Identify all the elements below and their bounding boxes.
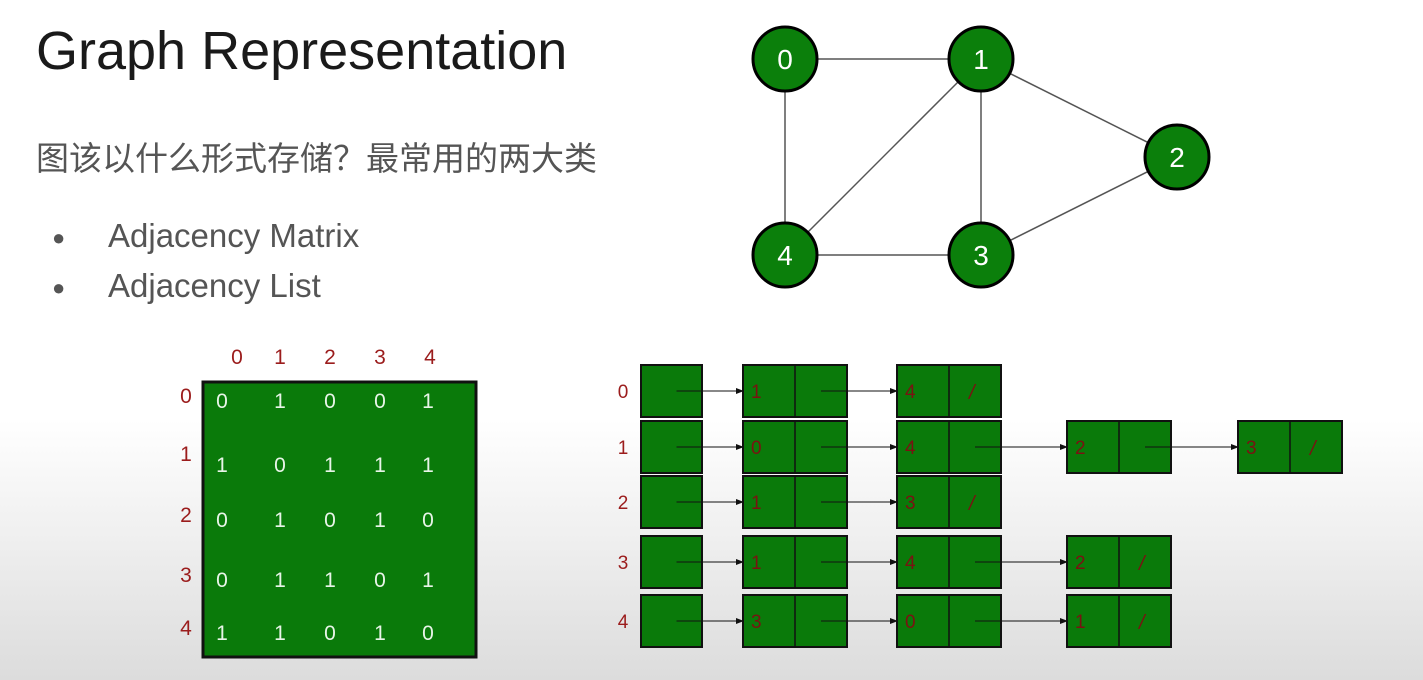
list-node-value: 3 xyxy=(751,612,762,633)
matrix-cell: 0 xyxy=(216,390,228,413)
list-row-index: 1 xyxy=(618,438,629,459)
matrix-cell: 0 xyxy=(324,622,336,645)
matrix-cell: 1 xyxy=(324,569,336,592)
matrix-col-header: 3 xyxy=(374,346,386,369)
list-node-value: 0 xyxy=(751,438,762,459)
matrix-row-header: 1 xyxy=(180,443,192,466)
list-node-value: 1 xyxy=(751,493,762,514)
matrix-cell: 0 xyxy=(216,569,228,592)
diagram-canvas: 0 1234 0 1 2 3 4012340 1 0 0 11 0 1 1 10 1 0 1 00 1 1 0 11 1 0 1… xyxy=(180,25,1343,659)
list-row-index: 4 xyxy=(618,612,629,633)
list-node-value: 4 xyxy=(905,382,916,403)
matrix-col-header: 4 xyxy=(424,346,436,369)
matrix-cell: 1 xyxy=(422,390,434,413)
matrix-cell: 1 xyxy=(274,390,286,413)
matrix-cell: 0 xyxy=(274,454,286,477)
list-row-index: 2 xyxy=(618,493,629,514)
matrix-col-header: 0 xyxy=(231,346,243,369)
list-node-value: 4 xyxy=(905,438,916,459)
list-node-value: 3 xyxy=(1246,438,1257,459)
matrix-row-header: 0 xyxy=(180,385,192,408)
matrix-cell: 0 xyxy=(422,509,434,532)
matrix-cell: 0 xyxy=(374,390,386,413)
graph-node-label: 1 xyxy=(973,44,989,75)
matrix-cell: 0 xyxy=(216,509,228,532)
matrix-cell: 1 xyxy=(274,569,286,592)
matrix-cell: 0 xyxy=(422,622,434,645)
list-node-value: 1 xyxy=(751,382,762,403)
matrix-cell: 1 xyxy=(374,454,386,477)
matrix-col-header: 1 xyxy=(274,346,286,369)
graph-node-label: 2 xyxy=(1169,142,1185,173)
matrix-row-header: 3 xyxy=(180,564,192,587)
list-node-value: 1 xyxy=(751,553,762,574)
adjacency-matrix: 0 1 2 3 4012340 1 0 0 11 0 1 1 10 1 0 1 00 1 1 0 11 1 0 1 0 xyxy=(180,346,478,659)
matrix-cell: 1 xyxy=(422,454,434,477)
adjacency-list: 0 1 4/1 0 4 2 3/2 1 3/3 1 4 2/4 3 0 1/ xyxy=(618,364,1343,648)
matrix-row-header: 4 xyxy=(180,617,192,640)
matrix-box xyxy=(201,380,478,659)
list-node-value: 0 xyxy=(905,612,916,633)
matrix-cell: 1 xyxy=(374,622,386,645)
list-node-value: 1 xyxy=(1075,612,1086,633)
matrix-row-header: 2 xyxy=(180,504,192,527)
graph-node-label: 4 xyxy=(777,240,793,271)
matrix-cell: 1 xyxy=(422,569,434,592)
graph-edge xyxy=(784,58,982,256)
graph-node-label: 0 xyxy=(777,44,793,75)
graph: 0 1 2 3 4 xyxy=(751,25,1211,289)
matrix-cell: 1 xyxy=(274,509,286,532)
matrix-cell: 1 xyxy=(274,622,286,645)
list-node-value: 3 xyxy=(905,493,916,514)
list-node-value: 4 xyxy=(905,553,916,574)
matrix-cell: 1 xyxy=(216,622,228,645)
matrix-cell: 1 xyxy=(216,454,228,477)
matrix-cell: 1 xyxy=(324,454,336,477)
list-row-index: 3 xyxy=(618,553,629,574)
list-row-index: 0 xyxy=(618,382,629,403)
matrix-cell: 0 xyxy=(324,509,336,532)
graph-node-label: 3 xyxy=(973,240,989,271)
matrix-cell: 0 xyxy=(324,390,336,413)
matrix-cell: 1 xyxy=(374,509,386,532)
matrix-cell: 0 xyxy=(374,569,386,592)
list-node-value: 2 xyxy=(1075,438,1086,459)
matrix-col-header: 2 xyxy=(324,346,336,369)
list-node-value: 2 xyxy=(1075,553,1086,574)
